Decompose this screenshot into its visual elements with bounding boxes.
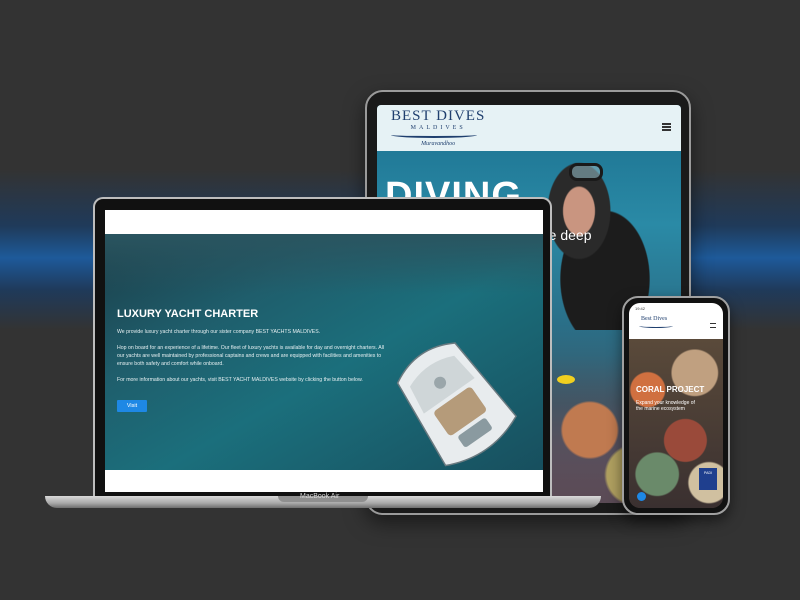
logo-subtitle: MALDIVES xyxy=(410,125,466,131)
diver-mask xyxy=(569,163,603,181)
section-title: LUXURY YACHT CHARTER xyxy=(117,308,259,320)
shore-overlay xyxy=(105,234,543,294)
status-time: 19:42 xyxy=(635,306,646,311)
phone-screen: 19:42 Best Dives CORAL PROJECT Expand yo… xyxy=(629,303,723,508)
phone-header: 19:42 Best Dives xyxy=(629,303,723,339)
fleet-paragraph: Hop on board for an experience of a life… xyxy=(117,345,385,367)
laptop-screen: LUXURY YACHT CHARTER We provide luxury y… xyxy=(105,210,543,492)
yacht-hero-section: LUXURY YACHT CHARTER We provide luxury y… xyxy=(105,234,543,470)
hamburger-menu-icon[interactable] xyxy=(710,323,716,328)
page-footer xyxy=(105,470,543,492)
coral-project-text: Expand your knowledge of the marine ecos… xyxy=(636,400,695,412)
yacht-image xyxy=(396,342,517,467)
logo-title: BEST DIVES xyxy=(391,108,486,124)
chat-bubble-icon[interactable] xyxy=(637,492,646,501)
phone-device: 19:42 Best Dives CORAL PROJECT Expand yo… xyxy=(622,296,730,515)
best-dives-logo[interactable]: BEST DIVES MALDIVES Muravandhoo xyxy=(391,109,485,147)
laptop-brand-label: MacBook Air xyxy=(300,493,340,500)
laptop-device: LUXURY YACHT CHARTER We provide luxury y… xyxy=(93,197,552,498)
phone-logo[interactable]: Best Dives xyxy=(641,316,667,322)
fish-image xyxy=(557,375,575,384)
tablet-header: BEST DIVES MALDIVES Muravandhoo xyxy=(377,105,681,151)
visit-button[interactable]: Visit xyxy=(117,400,147,412)
info-paragraph: For more information about our yachts, v… xyxy=(117,377,363,383)
logo-location: Muravandhoo xyxy=(421,141,456,147)
intro-paragraph: We provide luxury yacht charter through … xyxy=(117,329,321,335)
logo-swoosh xyxy=(391,132,477,138)
padi-badge[interactable]: PADI xyxy=(699,468,717,490)
coral-project-title: CORAL PROJECT xyxy=(636,385,705,394)
phone-logo-swoosh xyxy=(639,324,673,328)
hamburger-menu-icon[interactable] xyxy=(662,123,671,131)
